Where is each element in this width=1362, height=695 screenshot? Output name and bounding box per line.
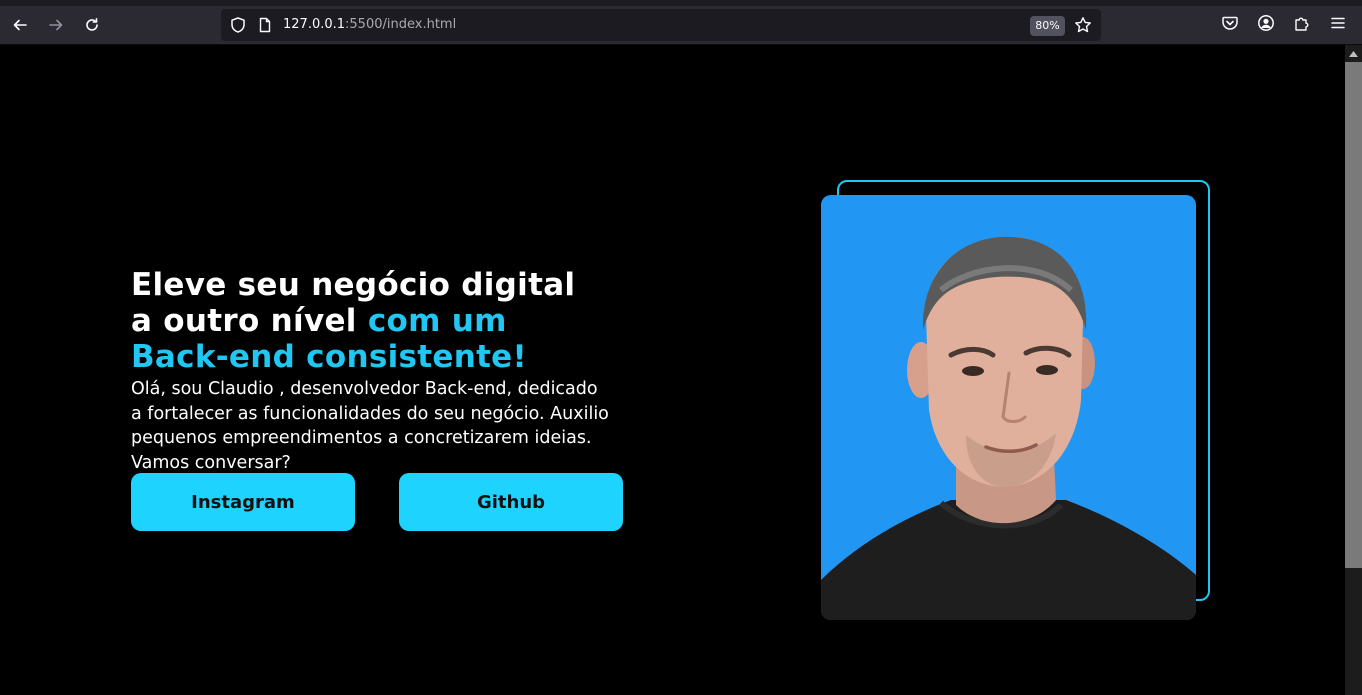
- pocket-icon[interactable]: [1221, 14, 1239, 32]
- reload-icon: [86, 18, 98, 31]
- reload-button[interactable]: [77, 10, 107, 40]
- hero-title: Eleve seu negócio digital a outro nível c…: [131, 267, 651, 375]
- browser-toolbar: 127.0.0.1:5500/index.html 80%: [0, 6, 1362, 45]
- shield-icon[interactable]: [229, 16, 247, 34]
- page-viewport: Eleve seu negócio digital a outro nível c…: [0, 45, 1345, 695]
- hero-title-line2: a outro nível: [131, 303, 368, 339]
- url-path: :5500/index.html: [345, 17, 457, 32]
- extensions-icon[interactable]: [1293, 14, 1311, 32]
- instagram-button[interactable]: Instagram: [131, 473, 355, 531]
- profile-photo: [821, 195, 1196, 620]
- address-bar[interactable]: 127.0.0.1:5500/index.html 80%: [221, 9, 1101, 41]
- hero-description: Olá, sou Claudio , desenvolvedor Back-en…: [131, 379, 609, 473]
- account-icon[interactable]: [1257, 14, 1275, 32]
- back-arrow-icon: [13, 19, 27, 31]
- hero-title-accent-line2: com um: [367, 303, 507, 339]
- page-icon[interactable]: [257, 17, 273, 33]
- menu-icon[interactable]: [1329, 14, 1347, 32]
- forward-button[interactable]: [41, 10, 71, 40]
- star-icon[interactable]: [1074, 16, 1092, 34]
- forward-arrow-icon: [49, 19, 63, 31]
- person-portrait-illustration: [821, 236, 1196, 620]
- hero-title-accent-line3: Back-end consistente!: [131, 339, 527, 375]
- url-text[interactable]: 127.0.0.1:5500/index.html: [283, 17, 456, 33]
- github-button[interactable]: Github: [399, 473, 623, 531]
- scroll-up-arrow-icon[interactable]: [1345, 45, 1362, 62]
- hero-title-line1: Eleve seu negócio digital: [131, 267, 576, 303]
- zoom-level-badge[interactable]: 80%: [1030, 16, 1065, 36]
- url-host: 127.0.0.1: [283, 17, 346, 32]
- page-scrollbar-thumb[interactable]: [1345, 62, 1362, 568]
- back-button[interactable]: [5, 10, 35, 40]
